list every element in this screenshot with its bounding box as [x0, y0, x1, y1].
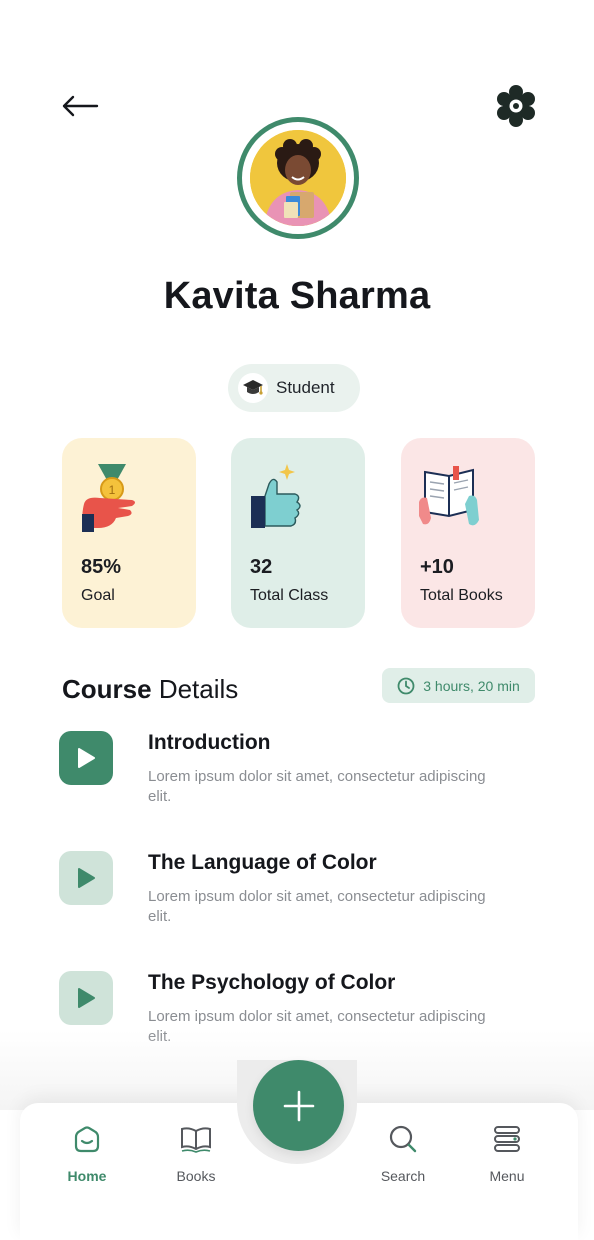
- thumbs-up-icon: [251, 464, 301, 528]
- lesson-title: The Language of Color: [148, 851, 377, 874]
- stat-card-goal[interactable]: 1 85% Goal: [62, 438, 196, 628]
- play-icon: [78, 748, 95, 768]
- section-title-rest: Details: [158, 674, 239, 704]
- lesson-item[interactable]: The Language of Color Lorem ipsum dolor …: [58, 851, 538, 961]
- role-label: Student: [276, 378, 335, 397]
- play-button[interactable]: [59, 851, 113, 905]
- profile-name: Kavita Sharma: [163, 275, 431, 317]
- profile-avatar-ring: [237, 117, 359, 239]
- student-portrait: [250, 130, 346, 226]
- svg-text:1: 1: [109, 483, 116, 497]
- back-button[interactable]: [58, 88, 102, 124]
- lesson-item[interactable]: Introduction Lorem ipsum dolor sit amet,…: [58, 731, 538, 841]
- clock-icon: [397, 677, 415, 694]
- play-icon: [78, 868, 95, 888]
- nav-home[interactable]: Home: [42, 1122, 132, 1192]
- stat-label: Goal: [81, 587, 115, 604]
- play-button[interactable]: [59, 971, 113, 1025]
- nav-menu[interactable]: Menu: [462, 1122, 552, 1192]
- nav-search[interactable]: Search: [358, 1122, 448, 1192]
- plus-icon: [283, 1090, 314, 1121]
- stat-value: 32: [250, 556, 273, 578]
- stat-label: Total Books: [420, 587, 503, 604]
- nav-books[interactable]: Books: [151, 1122, 241, 1192]
- stat-label: Total Class: [250, 587, 329, 604]
- stat-card-books[interactable]: +10 Total Books: [401, 438, 535, 628]
- settings-button[interactable]: [492, 82, 540, 130]
- duration-badge: 3 hours, 20 min: [382, 668, 535, 703]
- nav-label: Home: [67, 1168, 107, 1184]
- arrow-left-icon: [62, 95, 99, 117]
- nav-label: Menu: [489, 1168, 525, 1184]
- play-icon: [78, 988, 95, 1008]
- play-button[interactable]: [59, 731, 113, 785]
- lesson-description: Lorem ipsum dolor sit amet, consectetur …: [148, 768, 486, 805]
- lesson-title: The Psychology of Color: [148, 971, 396, 994]
- section-title: Course Details: [62, 674, 238, 705]
- nav-label: Books: [176, 1168, 216, 1184]
- nav-label: Search: [380, 1168, 426, 1184]
- duration-text: 3 hours, 20 min: [423, 677, 520, 694]
- lesson-description: Lorem ipsum dolor sit amet, consectetur …: [148, 888, 486, 925]
- menu-icon: [494, 1126, 520, 1152]
- book-icon: [181, 1127, 211, 1153]
- add-button[interactable]: [253, 1060, 344, 1151]
- role-badge: Student: [228, 364, 360, 412]
- stat-value: +10: [420, 556, 454, 578]
- medal-hand-icon: 1: [82, 464, 135, 532]
- lesson-title: Introduction: [148, 731, 271, 754]
- home-icon: [74, 1126, 100, 1153]
- gear-icon: [497, 85, 535, 127]
- stat-value: 85%: [81, 556, 122, 578]
- search-icon: [389, 1125, 417, 1153]
- stat-card-class[interactable]: 32 Total Class: [231, 438, 365, 628]
- section-title-bold: Course: [62, 674, 152, 704]
- avatar[interactable]: [250, 130, 346, 226]
- graduation-cap-icon: [238, 373, 268, 403]
- open-book-icon: [419, 466, 479, 526]
